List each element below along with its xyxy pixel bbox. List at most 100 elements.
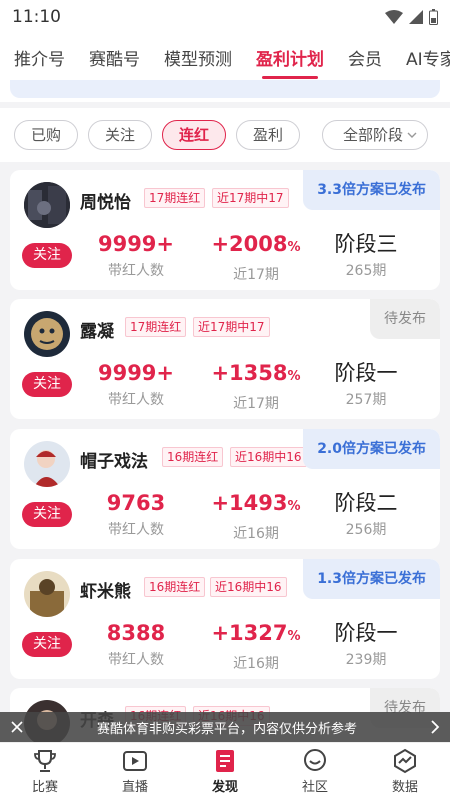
close-icon[interactable] [10, 720, 24, 734]
filter-chip-profit[interactable]: 盈利 [236, 120, 301, 150]
nav-label: 社区 [301, 780, 328, 795]
follow-button[interactable]: 关注 [22, 632, 72, 657]
nav-item-match[interactable]: 比赛 [0, 743, 90, 800]
profit-value: +2008% [196, 230, 316, 262]
stat-stage: 阶段三 265期 [306, 230, 426, 280]
percent-sign: % [287, 369, 301, 384]
expert-card[interactable]: 周悦怡 17期连红 近17期中17 3.3倍方案已发布 关注 9999+ 带红人数… [10, 170, 440, 290]
stat-followers: 9999+ 带红人数 [76, 359, 196, 409]
system-icons [385, 9, 438, 25]
bottom-nav: 比赛 直播 发现 社区 数据 [0, 742, 450, 800]
expert-name: 露凝 [80, 322, 114, 342]
chevron-right-icon[interactable] [430, 720, 440, 734]
follow-button[interactable]: 关注 [22, 502, 72, 527]
hit-rate-tag: 近16期中16 [230, 447, 307, 467]
nav-label: 数据 [391, 780, 418, 795]
followers-value: 8388 [106, 621, 166, 645]
stage-value: 阶段一 [334, 361, 398, 385]
nav-item-data[interactable]: 数据 [360, 743, 450, 800]
tab-profit-plan[interactable]: 盈利计划 [256, 45, 324, 79]
streak-tag: 17期连红 [125, 317, 187, 337]
followers-value: 9999+ [97, 361, 175, 385]
streak-tag: 16期连红 [144, 577, 206, 597]
stage-period: 239期 [345, 652, 387, 668]
battery-icon [429, 9, 438, 25]
followers-label: 带红人数 [108, 392, 164, 408]
tab-model-prediction[interactable]: 模型预测 [164, 45, 232, 70]
filter-chip-streak[interactable]: 连红 [162, 120, 227, 150]
publish-status: 待发布 [370, 299, 440, 339]
stage-value: 阶段三 [334, 232, 398, 256]
expert-card[interactable]: 帽子戏法 16期连红 近16期中16 2.0倍方案已发布 关注 9763 带红人数… [10, 429, 440, 549]
filter-chip-followed[interactable]: 关注 [88, 120, 153, 150]
stage-period: 257期 [345, 392, 387, 408]
nav-item-live[interactable]: 直播 [90, 743, 180, 800]
trophy-icon [34, 750, 56, 772]
profit-value: +1358% [196, 359, 316, 391]
profit-number: +2008 [211, 232, 288, 256]
publish-status[interactable]: 1.3倍方案已发布 [303, 559, 440, 599]
expert-name: 周悦怡 [80, 193, 131, 213]
tab-tuijiehao[interactable]: 推介号 [14, 45, 65, 70]
stat-stage: 阶段一 257期 [306, 359, 426, 409]
followers-value: 9763 [106, 491, 166, 515]
percent-sign: % [287, 629, 301, 644]
filter-chip-purchased[interactable]: 已购 [14, 120, 79, 150]
expert-card[interactable]: 露凝 17期连红 近17期中17 待发布 关注 9999+ 带红人数 +1358%… [10, 299, 440, 419]
top-tabs: 推介号 赛酷号 模型预测 盈利计划 会员 AI专家 [0, 34, 450, 80]
followers-value: 9999+ [97, 232, 175, 256]
nav-label: 比赛 [31, 780, 58, 795]
profit-number: +1327 [211, 621, 288, 645]
nav-label: 直播 [121, 780, 148, 795]
status-time: 11:10 [12, 7, 61, 27]
followers-label: 带红人数 [108, 652, 164, 668]
profit-number: +1493 [211, 491, 288, 515]
follow-button[interactable]: 关注 [22, 372, 72, 397]
stage-period: 265期 [345, 263, 387, 279]
hit-rate-tag: 近17期中17 [193, 317, 270, 337]
disclaimer-notice: 赛酷体育非购买彩票平台，内容仅供分析参考 [0, 712, 450, 742]
follow-button[interactable]: 关注 [22, 243, 72, 268]
stat-followers: 9763 带红人数 [76, 489, 196, 539]
avatar [24, 182, 70, 228]
profit-period: 近17期 [233, 267, 279, 283]
stage-select[interactable]: 全部阶段 [321, 120, 428, 150]
streak-tag: 16期连红 [162, 447, 224, 467]
nav-label: 发现 [211, 780, 238, 795]
disclaimer-text: 赛酷体育非购买彩票平台，内容仅供分析参考 [96, 721, 357, 737]
followers-label: 带红人数 [108, 263, 164, 279]
tab-member[interactable]: 会员 [348, 45, 382, 70]
profit-value: +1493% [196, 489, 316, 521]
banner-strip [0, 80, 450, 102]
profit-period: 近17期 [233, 396, 279, 412]
nav-item-community[interactable]: 社区 [270, 743, 360, 800]
nav-item-discover[interactable]: 发现 [180, 743, 270, 800]
percent-sign: % [287, 240, 301, 255]
tab-saikuhao[interactable]: 赛酷号 [89, 45, 140, 70]
discover-icon [216, 750, 234, 772]
expert-name: 帽子戏法 [80, 452, 148, 472]
expert-card[interactable]: 虾米熊 16期连红 近16期中16 1.3倍方案已发布 关注 8388 带红人数 … [10, 559, 440, 679]
avatar [24, 571, 70, 617]
publish-status[interactable]: 2.0倍方案已发布 [303, 429, 440, 469]
profit-value: +1327% [196, 619, 316, 651]
hit-rate-tag: 近16期中16 [210, 577, 287, 597]
stat-followers: 8388 带红人数 [76, 619, 196, 669]
publish-status[interactable]: 3.3倍方案已发布 [303, 170, 440, 210]
avatar [24, 311, 70, 357]
tab-ai-expert[interactable]: AI专家 [406, 45, 450, 70]
chat-icon [304, 749, 326, 771]
wifi-icon [385, 10, 403, 24]
stat-profit: +1327% 近16期 [196, 619, 316, 673]
play-icon [123, 751, 147, 771]
followers-label: 带红人数 [108, 522, 164, 538]
profit-number: +1358 [211, 361, 288, 385]
filter-bar: 已购 关注 连红 盈利 全部阶段 [0, 108, 450, 162]
stat-stage: 阶段二 256期 [306, 489, 426, 539]
expert-name: 虾米熊 [80, 582, 131, 602]
stage-value: 阶段二 [334, 491, 398, 515]
stage-period: 256期 [345, 522, 387, 538]
streak-tag: 17期连红 [144, 188, 206, 208]
signal-icon [409, 10, 423, 24]
chart-icon [394, 748, 416, 774]
